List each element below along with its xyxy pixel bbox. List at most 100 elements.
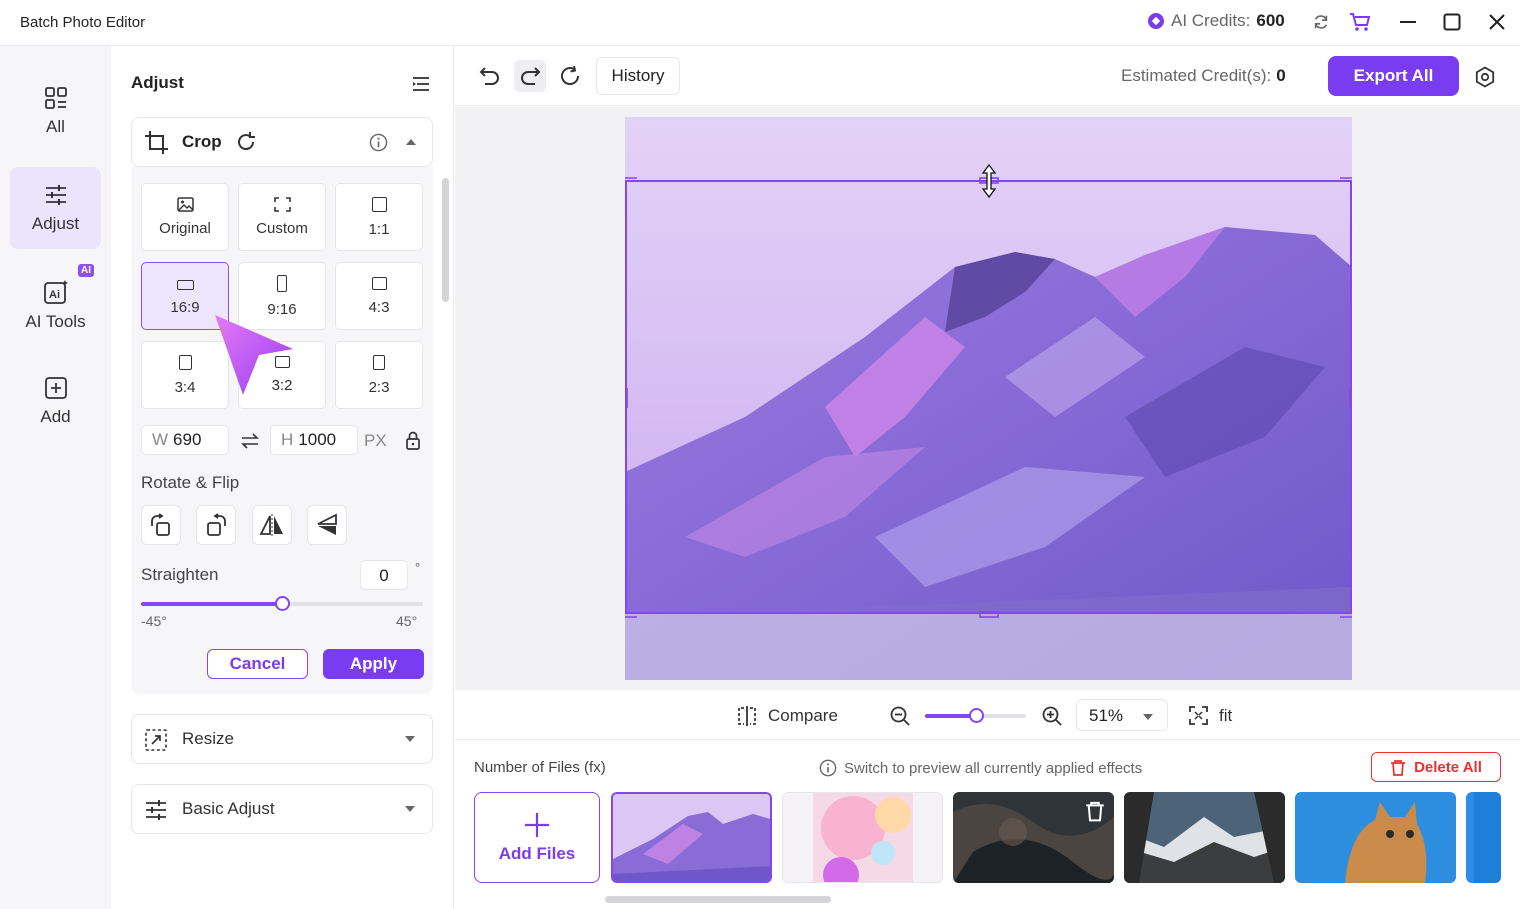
crop-section-header[interactable]: Crop bbox=[131, 117, 433, 167]
resize-section[interactable]: Resize bbox=[131, 714, 433, 764]
file-thumbnail[interactable] bbox=[1466, 792, 1501, 883]
zoom-out-icon[interactable] bbox=[890, 706, 910, 726]
ratio-custom[interactable]: Custom bbox=[238, 183, 326, 251]
file-thumbnail[interactable] bbox=[953, 792, 1114, 883]
range-min: -45° bbox=[141, 613, 167, 629]
trash-icon[interactable] bbox=[1085, 800, 1105, 822]
info-icon bbox=[819, 759, 837, 777]
panel-title: Adjust bbox=[131, 73, 184, 92]
export-all-button[interactable]: Export All bbox=[1328, 56, 1459, 96]
straighten-label: Straighten bbox=[141, 565, 219, 584]
ai-credits: AI Credits: 600 bbox=[1148, 11, 1285, 31]
file-thumbnail[interactable] bbox=[611, 792, 772, 883]
fit-label[interactable]: fit bbox=[1219, 706, 1232, 726]
app-window: Batch Photo Editor AI Credits: 600 All A… bbox=[0, 0, 1520, 909]
flip-vertical-button[interactable] bbox=[307, 505, 347, 545]
square-icon bbox=[371, 196, 387, 212]
history-button[interactable]: History bbox=[596, 57, 680, 95]
ratio-original[interactable]: Original bbox=[141, 183, 229, 251]
ratio-label: 4:3 bbox=[368, 298, 390, 316]
info-icon[interactable] bbox=[369, 133, 388, 152]
file-thumbnail[interactable] bbox=[782, 792, 943, 883]
straighten-slider[interactable] bbox=[141, 596, 423, 611]
minimize-icon[interactable] bbox=[1397, 11, 1419, 33]
apply-button[interactable]: Apply bbox=[323, 649, 424, 679]
ratio-label: Original bbox=[159, 220, 211, 237]
plus-icon bbox=[525, 812, 549, 837]
zoom-slider-knob[interactable] bbox=[968, 708, 984, 723]
crop-icon bbox=[145, 131, 168, 154]
straighten-input[interactable]: 0 bbox=[360, 560, 408, 590]
cancel-button[interactable]: Cancel bbox=[207, 649, 308, 679]
nav-item-ai-tools[interactable]: AI Ai AI Tools bbox=[10, 264, 101, 346]
nav-item-all[interactable]: All bbox=[10, 70, 101, 152]
ratio-label: 2:3 bbox=[368, 378, 390, 396]
reset-icon[interactable] bbox=[559, 65, 581, 87]
rotate-flip-label: Rotate & Flip bbox=[141, 473, 240, 492]
file-thumbnail[interactable] bbox=[1124, 792, 1285, 883]
file-thumbnail[interactable] bbox=[1295, 792, 1456, 883]
width-field[interactable]: W 690 bbox=[141, 425, 229, 455]
nav-label: AI Tools bbox=[25, 311, 86, 331]
zoom-slider[interactable] bbox=[925, 708, 1026, 723]
rotate-left-icon bbox=[151, 513, 170, 536]
flip-horizontal-icon bbox=[259, 514, 283, 536]
redo-icon bbox=[521, 67, 541, 85]
straighten-slider-knob[interactable] bbox=[275, 596, 290, 611]
file-strip-scrollbar[interactable] bbox=[605, 896, 831, 903]
trash-icon bbox=[1391, 759, 1406, 776]
rotate-right-button[interactable] bbox=[196, 505, 236, 545]
flip-horizontal-button[interactable] bbox=[252, 505, 292, 545]
ratio-label: 16:9 bbox=[170, 299, 200, 316]
nav-label: Add bbox=[40, 406, 71, 426]
app-title: Batch Photo Editor bbox=[20, 14, 146, 31]
title-bar: Batch Photo Editor AI Credits: 600 bbox=[0, 0, 1520, 46]
ratio-label: Custom bbox=[256, 220, 308, 237]
sliders-icon bbox=[146, 800, 166, 820]
ratio-2-3[interactable]: 2:3 bbox=[335, 341, 423, 409]
reset-crop-icon[interactable] bbox=[235, 131, 257, 153]
expand-icon bbox=[405, 736, 415, 742]
close-icon[interactable] bbox=[1486, 11, 1508, 33]
crop-section-body: Original Custom 1:1 16:9 9:16 4:3 3:4 3:… bbox=[131, 167, 433, 694]
nav-item-add[interactable]: Add bbox=[10, 360, 101, 442]
ratio-1-1[interactable]: 1:1 bbox=[335, 183, 423, 251]
delete-all-label: Delete All bbox=[1414, 758, 1482, 776]
collapse-icon[interactable] bbox=[406, 139, 416, 145]
width-key: W bbox=[152, 430, 169, 449]
settings-icon[interactable] bbox=[1474, 66, 1496, 88]
swap-icon[interactable] bbox=[241, 433, 259, 449]
compare-icon[interactable] bbox=[737, 706, 757, 726]
adjust-panel: Adjust Crop Original Custom 1:1 16:9 9:1… bbox=[111, 46, 454, 909]
preview-image[interactable] bbox=[625, 117, 1352, 680]
delete-all-button[interactable]: Delete All bbox=[1371, 752, 1501, 782]
compare-label[interactable]: Compare bbox=[768, 706, 838, 726]
panel-scrollbar[interactable] bbox=[442, 178, 449, 302]
lock-icon[interactable] bbox=[405, 431, 421, 450]
panel-menu-icon[interactable] bbox=[412, 76, 430, 92]
hint-text: Switch to preview all currently applied … bbox=[844, 759, 1143, 777]
nav-label: Adjust bbox=[31, 213, 80, 233]
ratio-label: 3:4 bbox=[174, 378, 196, 396]
maximize-icon[interactable] bbox=[1441, 11, 1463, 33]
basic-adjust-label: Basic Adjust bbox=[182, 799, 275, 818]
height-field[interactable]: H 1000 bbox=[270, 425, 358, 455]
ai-icon: Ai bbox=[43, 279, 68, 304]
rect-icon bbox=[178, 354, 192, 370]
refresh-credits-icon[interactable] bbox=[1310, 11, 1332, 33]
add-files-button[interactable]: Add Files bbox=[474, 792, 600, 883]
fit-icon[interactable] bbox=[1189, 706, 1208, 725]
redo-button[interactable] bbox=[514, 60, 546, 92]
flip-vertical-icon bbox=[317, 513, 337, 535]
editor-toolbar: History Estimated Credit(s): 0 Export All bbox=[455, 46, 1520, 106]
undo-icon[interactable] bbox=[479, 66, 501, 86]
resize-label: Resize bbox=[182, 729, 234, 748]
pointer-cursor-icon bbox=[215, 315, 293, 395]
basic-adjust-section[interactable]: Basic Adjust bbox=[131, 784, 433, 834]
rotate-left-button[interactable] bbox=[141, 505, 181, 545]
zoom-select[interactable]: 51% bbox=[1076, 699, 1168, 731]
cart-icon[interactable] bbox=[1349, 11, 1371, 33]
nav-item-adjust[interactable]: Adjust bbox=[10, 167, 101, 249]
zoom-in-icon[interactable] bbox=[1042, 706, 1062, 726]
ratio-4-3[interactable]: 4:3 bbox=[335, 262, 423, 330]
